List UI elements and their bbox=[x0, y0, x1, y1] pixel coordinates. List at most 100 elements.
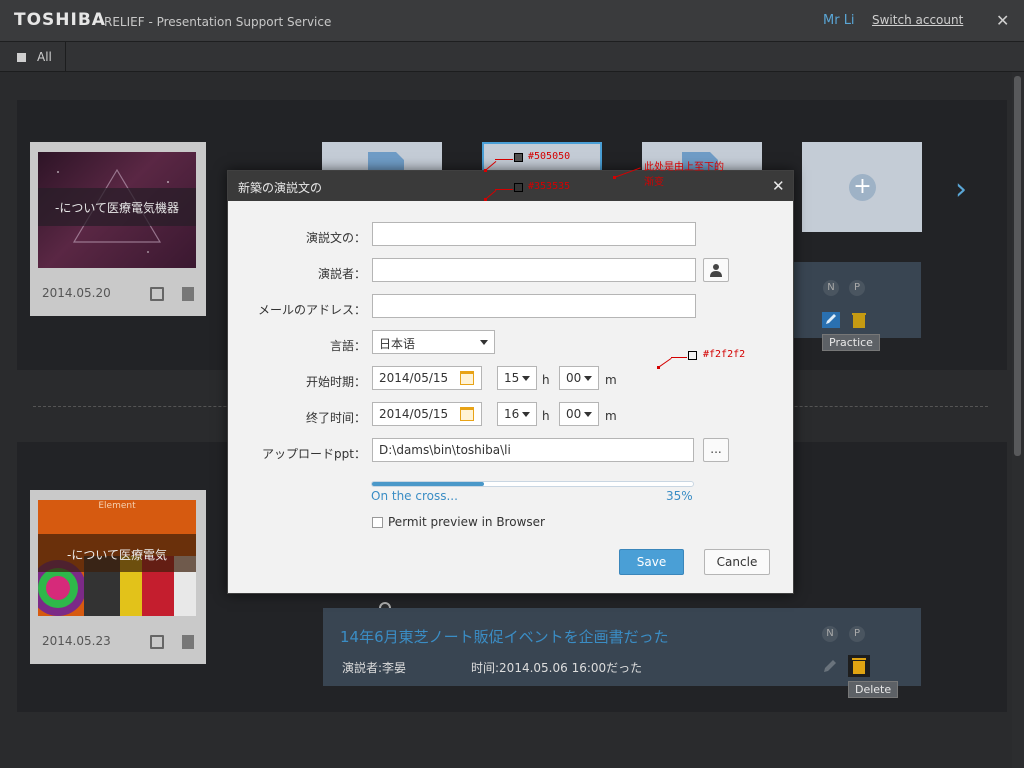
slide-thumbnail[interactable]: -について医療電気機器 bbox=[38, 152, 196, 268]
speech-label: 演説文の： bbox=[305, 231, 366, 245]
color-swatch bbox=[688, 351, 697, 360]
email-label: メールのアドレス： bbox=[257, 303, 366, 317]
edit-icon[interactable] bbox=[150, 287, 164, 301]
permit-preview-label: Permit preview in Browser bbox=[388, 515, 545, 529]
n-badge[interactable]: N bbox=[822, 626, 838, 642]
close-icon[interactable]: ✕ bbox=[996, 11, 1009, 30]
pencil-icon[interactable] bbox=[822, 658, 838, 674]
browse-button[interactable]: ... bbox=[703, 438, 729, 462]
pencil-icon[interactable] bbox=[821, 311, 841, 329]
tab-all-label: All bbox=[37, 50, 52, 64]
minute-unit: m bbox=[605, 409, 617, 423]
trash-icon[interactable] bbox=[851, 311, 867, 329]
start-minute-select[interactable]: 00 bbox=[559, 366, 599, 390]
start-hour-value: 15 bbox=[504, 371, 520, 385]
start-date-value: 2014/05/15 bbox=[379, 371, 449, 385]
end-minute-select[interactable]: 00 bbox=[559, 402, 599, 426]
progress-status: On the cross... bbox=[371, 489, 458, 503]
slide-thumbnail[interactable]: Element -について医療電気 bbox=[38, 500, 196, 616]
upload-label: アップロードppt： bbox=[262, 447, 366, 461]
annotation-note: 此处是由上至下的渐变 bbox=[644, 162, 724, 188]
language-label: 言語： bbox=[329, 339, 366, 353]
annotation-color-label: #f2f2f2 bbox=[703, 349, 746, 360]
plus-icon: + bbox=[849, 174, 876, 201]
presentation-card[interactable]: -について医療電気機器 2014.05.20 bbox=[30, 142, 206, 316]
calendar-icon[interactable] bbox=[460, 371, 474, 385]
caret-down-icon bbox=[522, 376, 530, 381]
time-label: 时间:2014.05.06 16:00だった bbox=[471, 661, 643, 675]
card-date: 2014.05.23 bbox=[42, 634, 111, 648]
color-swatch bbox=[514, 153, 523, 162]
speaker-input[interactable] bbox=[372, 258, 696, 282]
presentation-card[interactable]: Element -について医療電気 2014.05.23 bbox=[30, 490, 206, 664]
end-date-value: 2014/05/15 bbox=[379, 407, 449, 421]
color-swatch bbox=[514, 183, 523, 192]
speaker-label: 演説者： bbox=[317, 267, 366, 281]
scrollbar-thumb[interactable] bbox=[1014, 76, 1021, 456]
language-value: 日本语 bbox=[379, 337, 416, 351]
scrollbar[interactable] bbox=[1012, 72, 1024, 768]
upload-path-input[interactable]: D:\dams\bin\toshiba\li bbox=[372, 438, 694, 462]
calendar-icon[interactable] bbox=[460, 407, 474, 421]
p-badge[interactable]: P bbox=[849, 280, 865, 296]
new-speech-dialog: 新築の演説文の ✕ 演説文の： 演説者： メールのアドレス： 言語： 日本语 开… bbox=[227, 170, 794, 594]
app-subtitle: RELIEF - Presentation Support Service bbox=[104, 15, 332, 29]
trash-icon[interactable] bbox=[182, 287, 194, 301]
add-slide-button[interactable]: + bbox=[802, 142, 922, 232]
end-minute-value: 00 bbox=[566, 407, 582, 421]
end-date-field[interactable]: 2014/05/15 bbox=[372, 402, 482, 426]
caret-down-icon bbox=[584, 412, 592, 417]
annotation-color-label: #353535 bbox=[528, 181, 571, 192]
close-icon[interactable]: ✕ bbox=[772, 177, 785, 195]
dialog-title: 新築の演説文の bbox=[238, 181, 323, 195]
start-date-field[interactable]: 2014/05/15 bbox=[372, 366, 482, 390]
user-icon bbox=[710, 264, 722, 277]
presenter-label: 演説者:李晏 bbox=[342, 661, 407, 675]
upload-progress-fill bbox=[372, 482, 484, 486]
chevron-right-icon[interactable]: › bbox=[955, 172, 967, 207]
hour-unit: h bbox=[542, 409, 550, 423]
practice-tooltip: Practice bbox=[822, 334, 880, 351]
trash-icon[interactable] bbox=[848, 655, 870, 677]
annotation-color-label: #505050 bbox=[528, 151, 571, 162]
caret-down-icon bbox=[480, 340, 488, 345]
caret-down-icon bbox=[584, 376, 592, 381]
info-card: N P bbox=[794, 262, 921, 338]
p-badge[interactable]: P bbox=[849, 626, 865, 642]
caret-down-icon bbox=[522, 412, 530, 417]
presentation-info-card[interactable]: 14年6月東芝ノート販促イベントを企画書だった 演説者:李晏 时间:2014.0… bbox=[323, 608, 921, 686]
tab-all[interactable]: All bbox=[0, 42, 66, 72]
progress-percent: 35% bbox=[666, 489, 693, 503]
presentation-title[interactable]: 14年6月東芝ノート販促イベントを企画書だった bbox=[340, 626, 669, 647]
n-badge[interactable]: N bbox=[823, 280, 839, 296]
end-hour-select[interactable]: 16 bbox=[497, 402, 537, 426]
title-bar: TOSHIBA RELIEF - Presentation Support Se… bbox=[0, 0, 1024, 42]
edit-icon[interactable] bbox=[150, 635, 164, 649]
end-label: 终了时间： bbox=[305, 411, 366, 425]
slide-text: -について医療電気 bbox=[67, 548, 167, 562]
start-hour-select[interactable]: 15 bbox=[497, 366, 537, 390]
slide-text: -について医療電気機器 bbox=[55, 201, 179, 215]
email-input[interactable] bbox=[372, 294, 696, 318]
trash-icon[interactable] bbox=[182, 635, 194, 649]
toolbar: All bbox=[0, 42, 1024, 72]
language-select[interactable]: 日本语 bbox=[372, 330, 495, 354]
user-picker-button[interactable] bbox=[703, 258, 729, 282]
save-button[interactable]: Save bbox=[619, 549, 684, 575]
speech-input[interactable] bbox=[372, 222, 696, 246]
card-date: 2014.05.20 bbox=[42, 286, 111, 300]
permit-preview-checkbox[interactable] bbox=[372, 517, 383, 528]
hour-unit: h bbox=[542, 373, 550, 387]
delete-tooltip: Delete bbox=[848, 681, 899, 698]
annotation-line bbox=[495, 159, 513, 160]
cancel-button[interactable]: Cancle bbox=[704, 549, 770, 575]
end-hour-value: 16 bbox=[504, 407, 520, 421]
user-name: Mr Li bbox=[823, 13, 855, 28]
switch-account-link[interactable]: Switch account bbox=[872, 13, 963, 27]
upload-progress-bar bbox=[371, 481, 694, 487]
square-icon bbox=[17, 53, 26, 62]
annotation-line bbox=[671, 357, 687, 358]
minute-unit: m bbox=[605, 373, 617, 387]
start-label: 开始时期： bbox=[305, 375, 366, 389]
start-minute-value: 00 bbox=[566, 371, 582, 385]
